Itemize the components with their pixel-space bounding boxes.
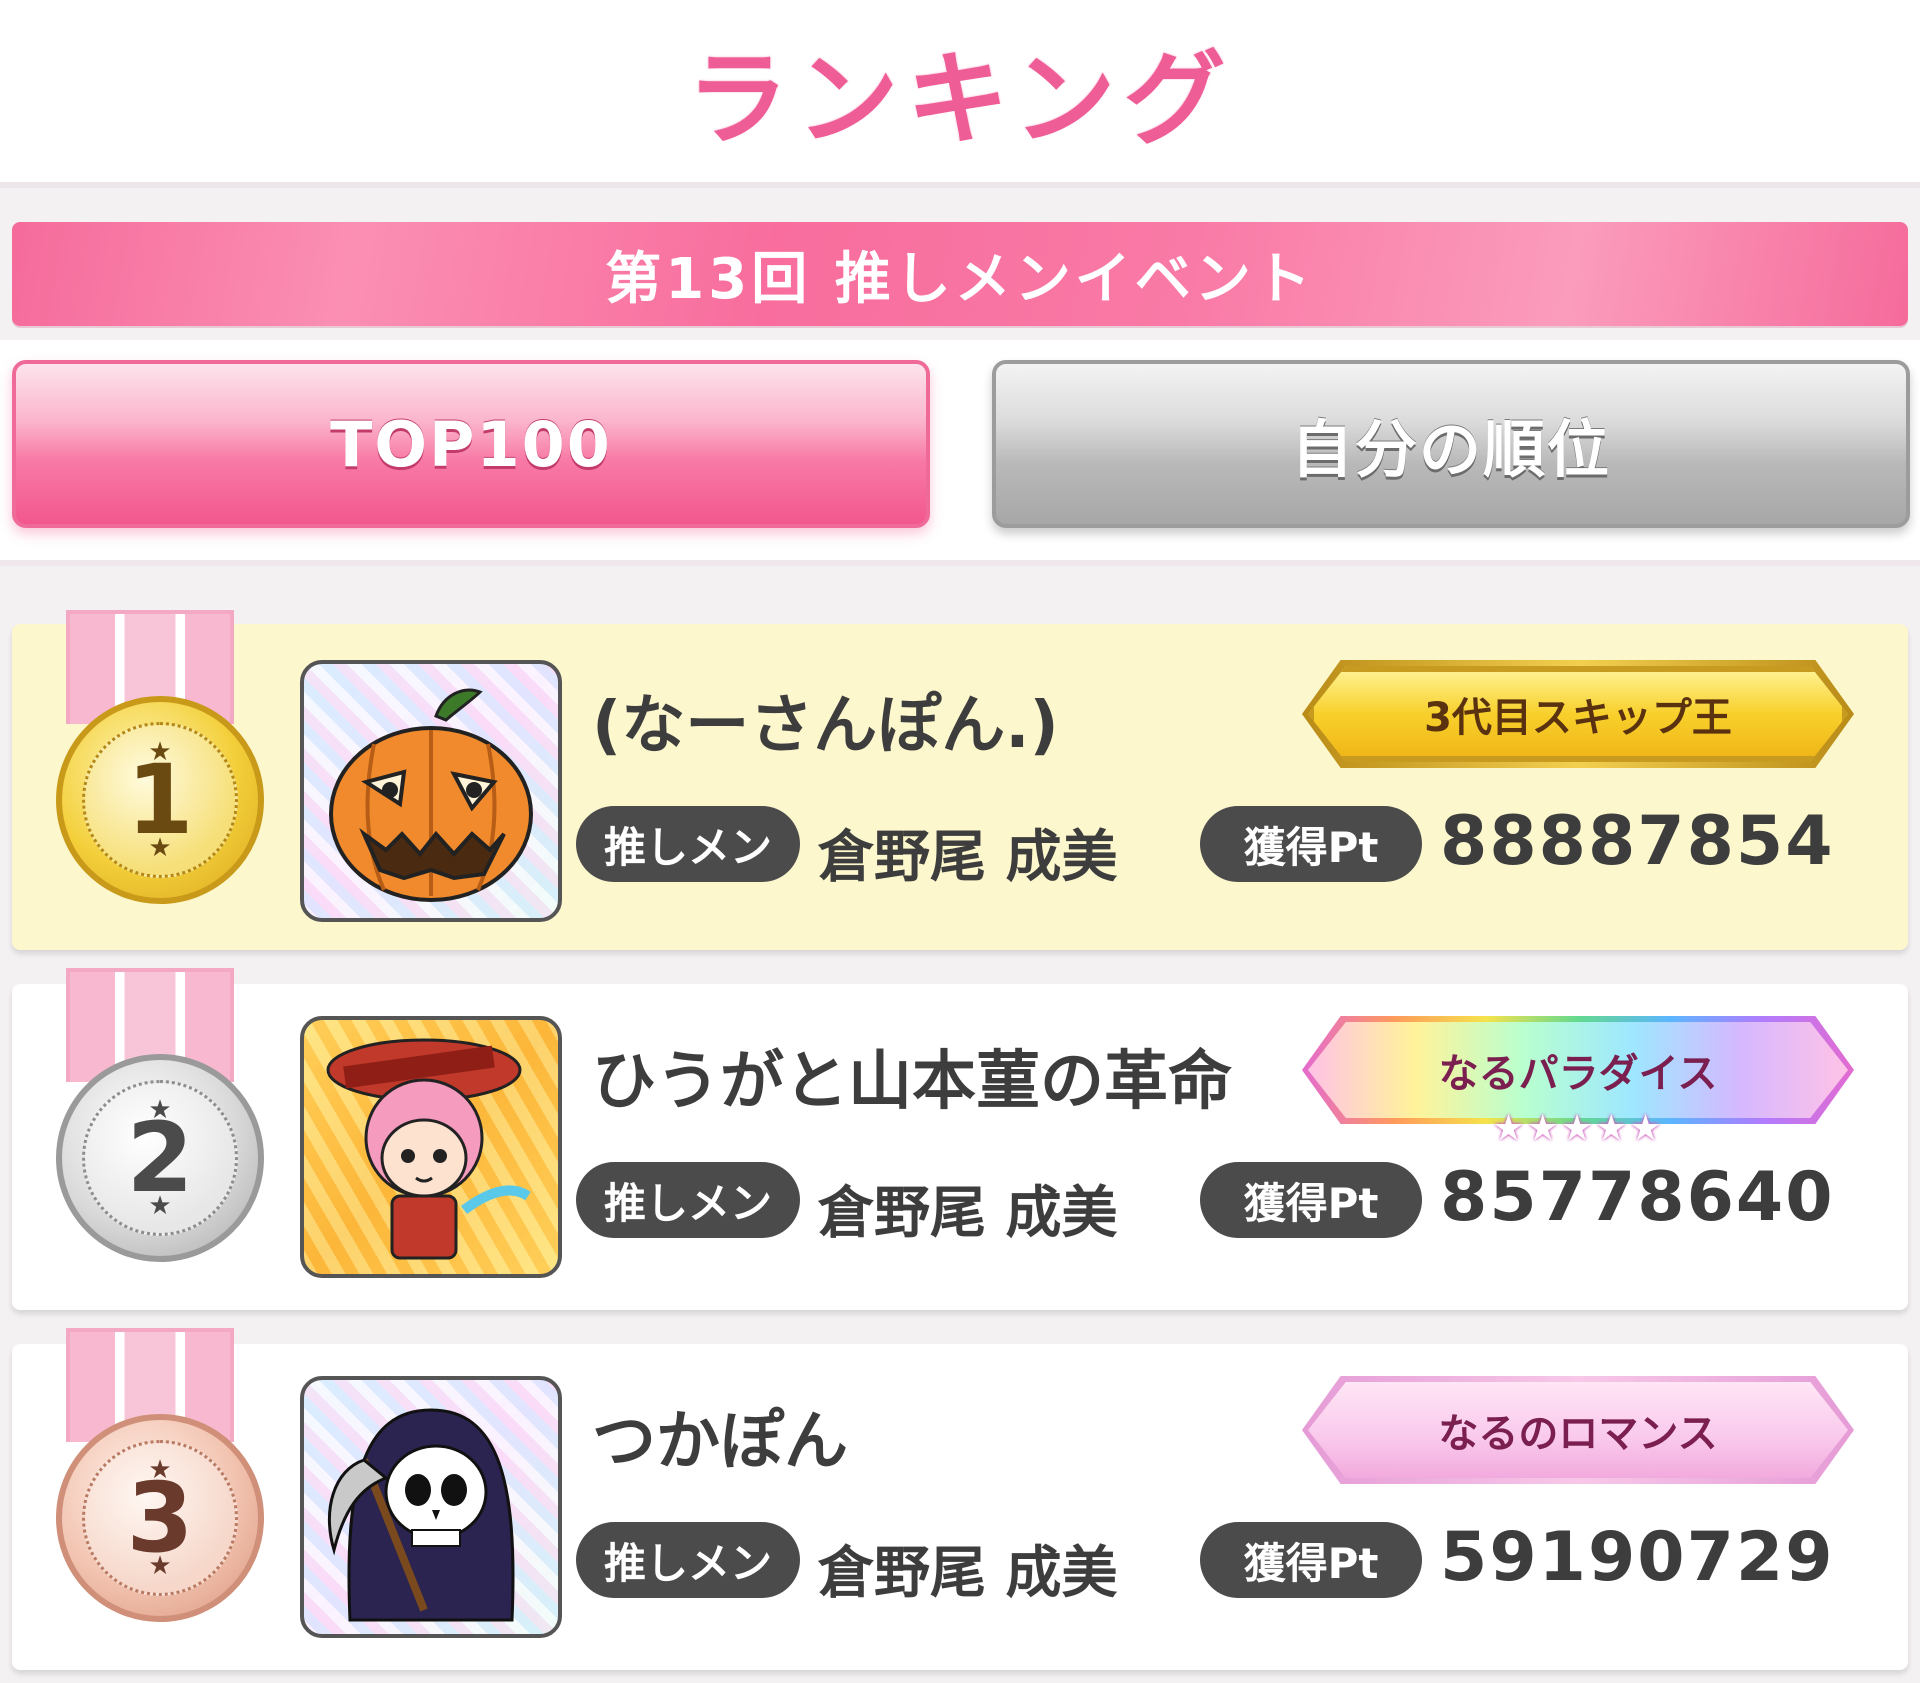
- ranking-row-3[interactable]: ★ 3 ★ つかぽん なるのロマンス 推しメン 倉野尾 成美 獲得Pt 5919…: [12, 1328, 1908, 1670]
- oshi-member-name: 倉野尾 成美: [818, 825, 1118, 890]
- player-name: つかぽん: [592, 1405, 848, 1479]
- player-name: ひうがと山本菫の革命: [592, 1045, 1232, 1119]
- points-value: 59190729: [1440, 1518, 1835, 1597]
- page-title: ランキング: [686, 40, 1234, 160]
- ranking-row-1[interactable]: ★ 1 ★ (なーさんぽん.) 3代目スキップ王 推しメン 倉野尾 成美 獲得P…: [12, 610, 1908, 950]
- oshi-label: 推しメン: [576, 1162, 800, 1238]
- player-name: (なーさんぽん.): [592, 689, 1059, 763]
- oshi-member-name: 倉野尾 成美: [818, 1181, 1118, 1246]
- oshi-label: 推しメン: [576, 1522, 800, 1598]
- points-value: 85778640: [1440, 1158, 1835, 1237]
- pumpkin-icon[interactable]: [300, 660, 562, 922]
- tab-top100[interactable]: TOP100: [12, 360, 930, 528]
- points-value: 88887854: [1440, 802, 1835, 881]
- bronze-medal-icon: ★ 3 ★: [56, 1414, 264, 1622]
- silver-medal-icon: ★ 2 ★: [56, 1054, 264, 1262]
- anniversary-character-icon[interactable]: [300, 1016, 562, 1278]
- app-header: ランキング: [0, 0, 1920, 188]
- points-label: 獲得Pt: [1200, 806, 1422, 882]
- tab-my-rank[interactable]: 自分の順位: [992, 360, 1910, 528]
- event-title: 第13回 推しメンイベント: [605, 246, 1315, 312]
- title-badge: なるパラダイス: [1308, 1022, 1848, 1118]
- badge-stars-icon: ★★★★★: [1492, 1108, 1664, 1149]
- title-badge: なるのロマンス: [1308, 1382, 1848, 1478]
- points-label: 獲得Pt: [1200, 1522, 1422, 1598]
- gold-medal-icon: ★ 1 ★: [56, 696, 264, 904]
- ranking-row-2[interactable]: ★ 2 ★ ひうがと山本菫の革命 なるパラダイス ★★★★★ 推しメン 倉野尾 …: [12, 968, 1908, 1310]
- oshi-label: 推しメン: [576, 806, 800, 882]
- event-banner: 第13回 推しメンイベント: [12, 222, 1908, 326]
- title-badge: 3代目スキップ王: [1308, 666, 1848, 762]
- oshi-member-name: 倉野尾 成美: [818, 1541, 1118, 1606]
- points-label: 獲得Pt: [1200, 1162, 1422, 1238]
- reaper-icon[interactable]: [300, 1376, 562, 1638]
